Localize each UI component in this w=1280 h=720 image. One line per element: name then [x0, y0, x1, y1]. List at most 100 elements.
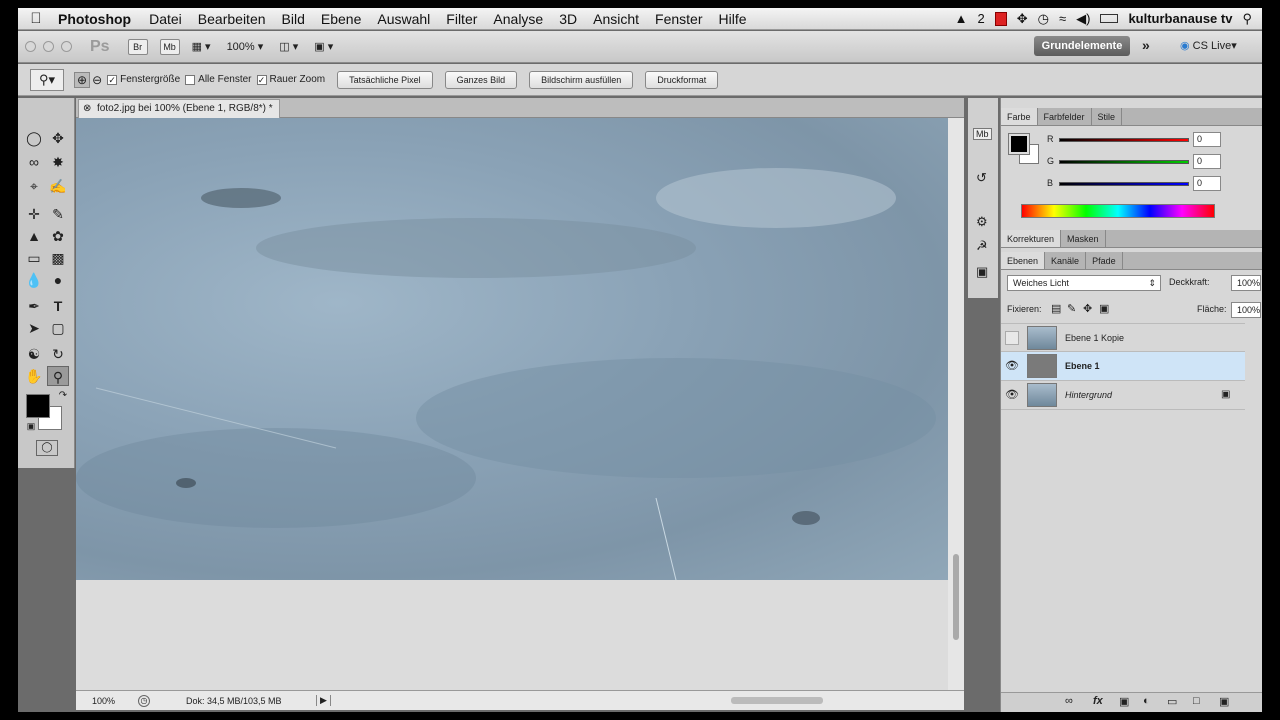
app-name-menu[interactable]: Photoshop: [54, 11, 141, 27]
time-machine-icon[interactable]: ◷: [1038, 11, 1049, 27]
3d-rotate-tool-icon[interactable]: ☯: [23, 344, 45, 364]
new-group-icon[interactable]: ▭: [1167, 695, 1177, 708]
g-slider[interactable]: [1059, 160, 1189, 164]
menu-auswahl[interactable]: Auswahl: [369, 11, 438, 27]
layer-name[interactable]: Ebene 1 Kopie: [1065, 333, 1124, 343]
delete-layer-icon[interactable]: ▣: [1219, 695, 1229, 708]
volume-icon[interactable]: ◀): [1076, 11, 1090, 27]
history-brush-tool-icon[interactable]: ✿: [47, 226, 69, 246]
close-window-button[interactable]: [25, 41, 36, 52]
menu-ebene[interactable]: Ebene: [313, 11, 369, 27]
add-mask-icon[interactable]: ▣: [1119, 695, 1129, 708]
menu-datei[interactable]: Datei: [141, 11, 190, 27]
status-zoom[interactable]: 100%: [92, 696, 132, 706]
move-tool-icon[interactable]: ✥: [47, 128, 69, 148]
status-info-icon[interactable]: ◷: [138, 694, 150, 707]
tab-pfade[interactable]: Pfade: [1086, 252, 1123, 269]
document-tab[interactable]: ⊗ foto2.jpg bei 100% (Ebene 1, RGB/8*) *: [78, 99, 280, 118]
tool-presets-panel-icon[interactable]: ☭: [976, 238, 988, 254]
scrubby-zoom-checkbox[interactable]: ✓ Rauer Zoom: [256, 74, 325, 85]
layer-name[interactable]: Hintergrund: [1065, 390, 1112, 400]
type-tool-icon[interactable]: T: [47, 296, 69, 316]
eye-icon[interactable]: 👁: [1005, 388, 1019, 402]
wifi-icon[interactable]: ≈: [1059, 11, 1066, 26]
b-value[interactable]: 0: [1193, 176, 1221, 191]
color-spectrum[interactable]: [1021, 204, 1215, 218]
menu-3d[interactable]: 3D: [551, 11, 585, 27]
zoom-tool-icon[interactable]: ⚲: [47, 366, 69, 386]
lasso-tool-icon[interactable]: ∞: [23, 152, 45, 172]
link-layers-icon[interactable]: ∞: [1065, 695, 1073, 707]
bridge-button[interactable]: Br: [127, 38, 148, 55]
minibridge-panel-icon[interactable]: Mb: [973, 128, 992, 140]
vertical-scrollbar[interactable]: [948, 118, 964, 690]
move-icon[interactable]: ✥: [1017, 11, 1028, 27]
zoom-tool-preset[interactable]: ⚲▾: [30, 68, 64, 91]
minibridge-button[interactable]: Mb: [159, 38, 180, 55]
swap-colors-icon[interactable]: ↷: [52, 386, 74, 406]
zoom-dropdown[interactable]: 100% ▾: [227, 40, 264, 53]
eraser-tool-icon[interactable]: ▭: [23, 248, 45, 268]
arrange-documents-dropdown[interactable]: ◫ ▾: [279, 40, 298, 53]
fill-screen-button[interactable]: Bildschirm ausfüllen: [529, 70, 634, 89]
quick-selection-tool-icon[interactable]: ✸: [47, 152, 69, 172]
spotlight-icon[interactable]: ⚲: [1242, 11, 1252, 27]
r-slider[interactable]: [1059, 138, 1189, 142]
tab-stile[interactable]: Stile: [1092, 108, 1123, 125]
more-workspaces-icon[interactable]: »: [1142, 37, 1150, 53]
fit-screen-button[interactable]: Ganzes Bild: [444, 70, 518, 89]
tab-korrekturen[interactable]: Korrekturen: [1001, 230, 1062, 247]
tab-ebenen[interactable]: Ebenen: [1001, 252, 1046, 269]
menu-hilfe[interactable]: Hilfe: [711, 11, 755, 27]
battery-icon[interactable]: [1100, 14, 1119, 23]
workspace-button[interactable]: Grundelemente: [1034, 36, 1130, 56]
tab-farbe[interactable]: Farbe: [1001, 108, 1038, 125]
status-menu-arrow[interactable]: ▶: [316, 695, 331, 706]
view-extras-dropdown[interactable]: ▦ ▾: [192, 40, 211, 53]
print-size-button[interactable]: Druckformat: [645, 70, 719, 89]
screen-mode-dropdown[interactable]: ▣ ▾: [314, 40, 333, 53]
actions-panel-icon[interactable]: ⚙: [976, 214, 988, 230]
quick-mask-icon[interactable]: ◯: [36, 440, 58, 456]
healing-brush-tool-icon[interactable]: ✛: [23, 204, 45, 224]
menu-ansicht[interactable]: Ansicht: [585, 11, 647, 27]
history-panel-icon[interactable]: ↺: [976, 170, 987, 186]
lock-transparency-icon[interactable]: ▤: [1051, 302, 1061, 315]
b-slider[interactable]: [1059, 182, 1189, 186]
opacity-field[interactable]: 100%: [1231, 275, 1261, 291]
actual-pixels-button[interactable]: Tatsächliche Pixel: [337, 70, 433, 89]
minimize-window-button[interactable]: [43, 41, 54, 52]
menu-filter[interactable]: Filter: [438, 11, 485, 27]
visibility-toggle-off[interactable]: [1005, 331, 1019, 345]
layer-name[interactable]: Ebene 1: [1065, 361, 1100, 371]
3d-orbit-tool-icon[interactable]: ↻: [47, 344, 69, 364]
close-tab-icon[interactable]: ⊗: [83, 100, 91, 118]
layer-row[interactable]: 👁 Hintergrund ▣: [1001, 381, 1245, 410]
lock-all-icon[interactable]: ▣: [1099, 302, 1109, 315]
vertical-scroll-thumb[interactable]: [953, 554, 959, 640]
menu-analyse[interactable]: Analyse: [485, 11, 551, 27]
shape-tool-icon[interactable]: ▢: [47, 318, 69, 338]
record-icon[interactable]: [994, 11, 1007, 26]
image-canvas[interactable]: [76, 118, 948, 580]
menu-bild[interactable]: Bild: [274, 11, 313, 27]
g-value[interactable]: 0: [1193, 154, 1221, 169]
menu-fenster[interactable]: Fenster: [647, 11, 710, 27]
pen-tool-icon[interactable]: ✒: [23, 296, 45, 316]
adobe-icon[interactable]: ▲: [955, 11, 968, 26]
tab-masken[interactable]: Masken: [1061, 230, 1106, 247]
all-windows-checkbox[interactable]: Alle Fenster: [185, 74, 252, 85]
tab-farbfelder[interactable]: Farbfelder: [1038, 108, 1092, 125]
path-selection-tool-icon[interactable]: ➤: [23, 318, 45, 338]
marquee-tool-icon[interactable]: ◯: [23, 128, 45, 148]
lock-position-icon[interactable]: ✥: [1083, 302, 1092, 315]
horizontal-scroll-thumb[interactable]: [730, 697, 823, 704]
brush-tool-icon[interactable]: ✎: [47, 204, 69, 224]
zoom-window-button[interactable]: [61, 41, 72, 52]
clone-stamp-tool-icon[interactable]: ▲: [23, 226, 45, 246]
blur-tool-icon[interactable]: 💧: [23, 270, 45, 290]
zoom-in-icon[interactable]: ⊕: [74, 71, 91, 88]
menu-bearbeiten[interactable]: Bearbeiten: [190, 11, 274, 27]
tab-kanaele[interactable]: Kanäle: [1045, 252, 1087, 269]
clone-source-panel-icon[interactable]: ▣: [976, 264, 988, 280]
